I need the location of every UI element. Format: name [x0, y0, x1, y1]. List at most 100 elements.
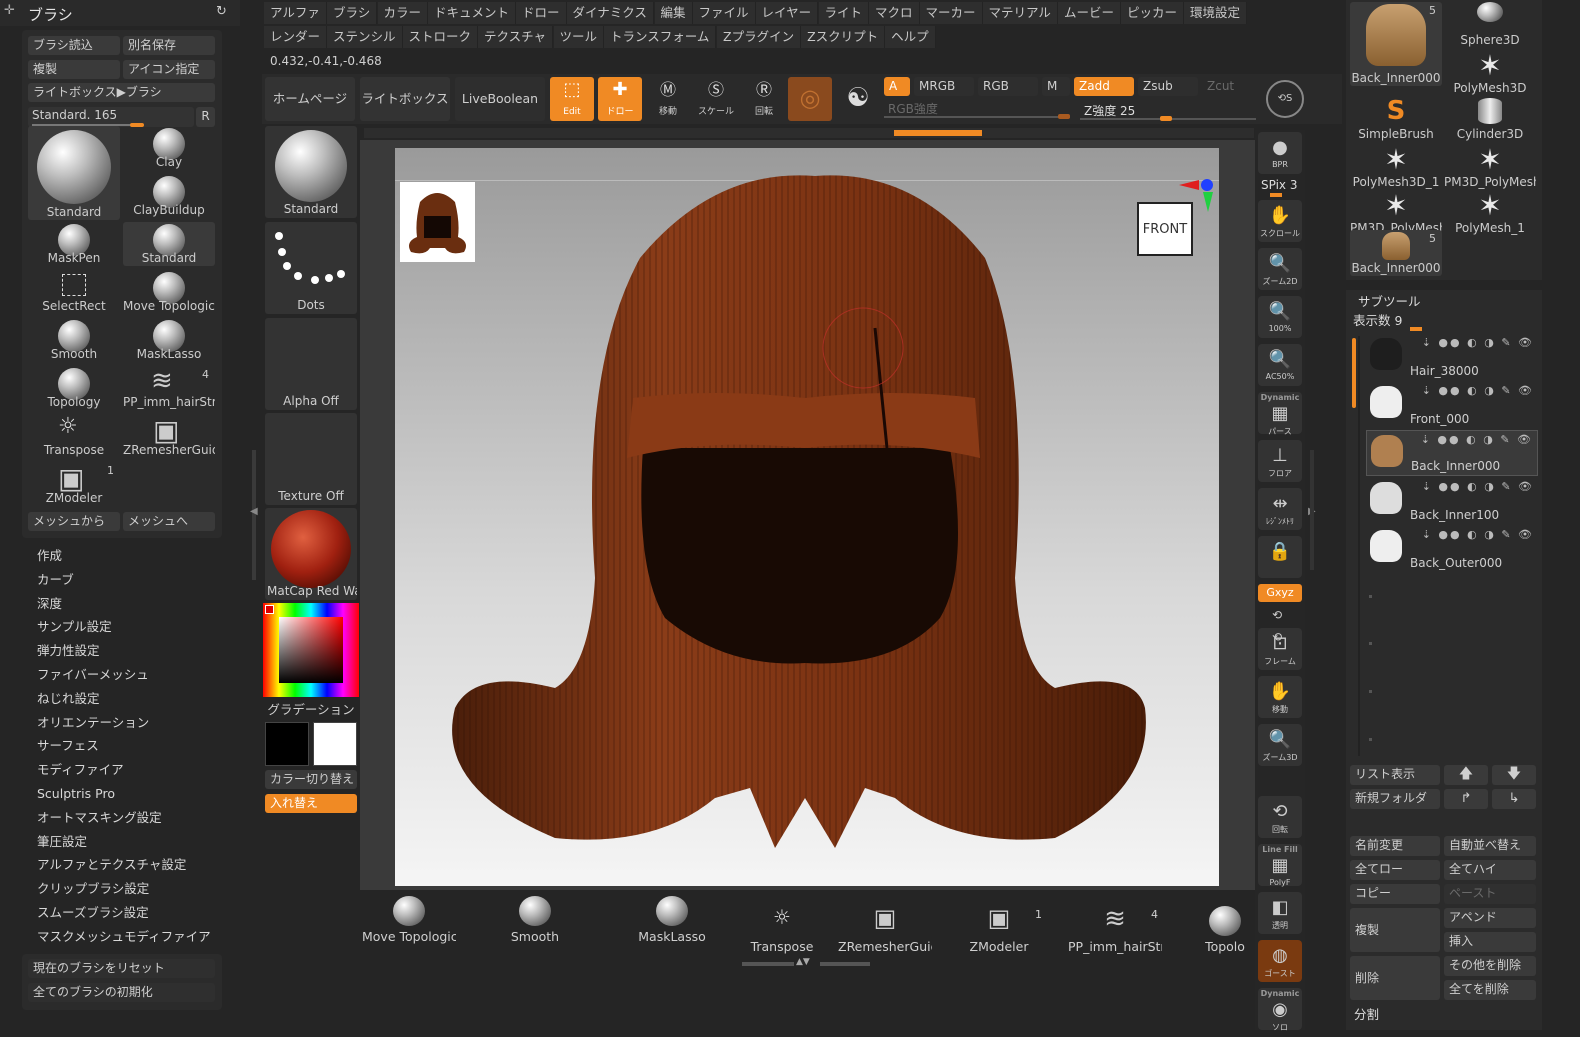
material-icon[interactable]: ◎: [788, 77, 832, 121]
rotate-axis-icon[interactable]: ⟲: [1272, 608, 1282, 622]
rgb-intensity-knob[interactable]: [1058, 114, 1070, 119]
menu-トランスフォーム[interactable]: トランスフォーム: [604, 26, 717, 48]
homepage-button[interactable]: ホームページ: [265, 77, 355, 121]
color-picker[interactable]: [263, 603, 359, 697]
view-button-rotate[interactable]: ⟲ 回転: [1258, 796, 1302, 838]
brush-move-topologica[interactable]: Move Topologica: [123, 270, 215, 314]
tool-cylinder3d[interactable]: Cylinder3D: [1444, 96, 1536, 142]
view-button-ac50[interactable]: 🔍 AC50%: [1258, 344, 1302, 386]
tool-polymesh-1[interactable]: ✶ PolyMesh_1: [1444, 190, 1536, 236]
delete-all-button[interactable]: 全てを削除: [1444, 980, 1536, 1000]
brush-submenu-item[interactable]: オートマスキング設定: [37, 807, 162, 829]
init-all-brushes-button[interactable]: 全てのブラシの初期化: [28, 983, 215, 1002]
material-shelf-button[interactable]: MatCap Red Wa:: [265, 508, 357, 600]
rename-button[interactable]: 名前変更: [1350, 836, 1440, 856]
move-up-button[interactable]: 🡅: [1444, 765, 1488, 785]
shelf-pp-imm-hairstr[interactable]: ≋ PP_imm_hairStr 4: [1068, 906, 1162, 954]
menu-Zプラグイン[interactable]: Zプラグイン: [717, 26, 802, 48]
drag-handle-icon[interactable]: ✛: [4, 3, 15, 18]
color-sphere-icon[interactable]: ☯: [838, 77, 878, 121]
copy-button[interactable]: コピー: [1350, 884, 1440, 904]
subtool-row[interactable]: ⇣ ●● ◐ ◑ ✎ 👁 Back_Inner000: [1366, 430, 1538, 476]
zsub-toggle[interactable]: Zsub: [1138, 77, 1198, 96]
tool-pm3d-polymesh[interactable]: ✶ PM3D_PolyMesh: [1444, 144, 1536, 190]
menu-マーカー[interactable]: マーカー: [919, 2, 983, 24]
secondary-color-swatch[interactable]: [313, 722, 357, 766]
refresh-icon[interactable]: ↻: [216, 4, 227, 19]
subtool-controls-icon[interactable]: ⇣ ●● ◐ ◑ ✎ 👁: [1422, 336, 1534, 349]
bottom-shelf-scroll[interactable]: ▲▼: [742, 957, 870, 967]
brush-selectrect[interactable]: SelectRect: [28, 270, 120, 314]
local-transform-icon[interactable]: ⟲S: [1266, 80, 1304, 118]
view-button-perspective[interactable]: Dynamic ▦ パース: [1258, 392, 1302, 436]
bpr-button[interactable]: ● BPR: [1258, 132, 1302, 174]
brush-submenu-item[interactable]: 筆圧設定: [37, 831, 87, 853]
main-color-swatch[interactable]: [265, 722, 309, 766]
all-high-button[interactable]: 全てハイ: [1444, 860, 1536, 880]
brush-clay[interactable]: Clay: [123, 126, 215, 170]
brush-zremesherguide[interactable]: ▣ZRemesherGuide: [123, 414, 215, 458]
view-button-polyf[interactable]: Line Fill ▦ PolyF: [1258, 844, 1302, 887]
rgb-toggle[interactable]: RGB: [978, 77, 1038, 96]
shelf-zremesherguide[interactable]: ▣ ZRemesherGuide: [838, 906, 932, 954]
view-button-solo[interactable]: Dynamic ◉ ソロ: [1258, 988, 1302, 1032]
alpha-shelf-button[interactable]: Alpha Off: [265, 318, 357, 410]
subtool-controls-icon[interactable]: ⇣ ●● ◐ ◑ ✎ 👁: [1421, 433, 1533, 446]
set-icon-button[interactable]: アイコン指定: [123, 60, 215, 79]
view-button-lock[interactable]: 🔒: [1258, 536, 1302, 578]
menu-ヘルプ[interactable]: ヘルプ: [885, 26, 936, 48]
collapse-left-icon[interactable]: ◀: [250, 506, 258, 517]
navigation-thumbnail[interactable]: [400, 182, 475, 262]
view-button-ghost[interactable]: ◍ ゴースト: [1258, 940, 1302, 982]
shelf-masklasso[interactable]: MaskLasso: [625, 896, 719, 944]
brush-submenu-item[interactable]: Sculptris Pro: [37, 783, 115, 805]
spix-slider[interactable]: SPix 3: [1258, 178, 1302, 197]
rotate-mode-button[interactable]: Ⓡ 回転: [742, 77, 786, 121]
brush-submenu-item[interactable]: サンプル設定: [37, 616, 112, 638]
brush-submenu-item[interactable]: クリップブラシ設定: [37, 878, 149, 900]
right-scroll-track[interactable]: [1310, 450, 1314, 570]
zcut-toggle[interactable]: Zcut: [1202, 77, 1258, 96]
view-button-transp[interactable]: ◧ 透明: [1258, 892, 1302, 934]
subtool-row[interactable]: ⇣ ●● ◐ ◑ ✎ 👁 Hair_38000: [1366, 334, 1538, 380]
view-button-localsym[interactable]: ⇹ ﾚｼﾞﾝﾒﾄﾘ: [1258, 488, 1302, 530]
shelf-smooth[interactable]: Smooth: [488, 896, 582, 944]
brush-submenu-item[interactable]: スムーズブラシ設定: [37, 902, 149, 924]
shelf-move-topologica[interactable]: Move Topologica: [362, 896, 456, 944]
brush-topology[interactable]: Topology: [28, 366, 120, 410]
zadd-toggle[interactable]: Zadd: [1074, 77, 1134, 96]
brush-submenu-item[interactable]: ねじれ設定: [37, 688, 100, 710]
subtool-count-knob[interactable]: [1410, 327, 1422, 331]
brush-submenu-item[interactable]: オリエンテーション: [37, 712, 149, 734]
view-button-scroll[interactable]: ✋ スクロール: [1258, 200, 1302, 242]
mesh-to-button[interactable]: メッシュへ: [123, 512, 215, 531]
tool-sphere3d[interactable]: Sphere3D: [1444, 2, 1536, 48]
clone-button[interactable]: 複製: [28, 60, 120, 79]
subtool-title[interactable]: サブツール: [1358, 291, 1421, 310]
brush-submenu-item[interactable]: マスクメッシュモディファイア: [37, 926, 211, 948]
axis-gizmo-icon[interactable]: [1179, 176, 1213, 216]
spix-knob[interactable]: [1270, 193, 1282, 197]
duplicate-button[interactable]: 複製: [1350, 908, 1440, 952]
append-button[interactable]: アペンド: [1444, 908, 1536, 928]
brush-submenu-item[interactable]: 弾力性設定: [37, 640, 100, 662]
tool-simplebrush[interactable]: S SimpleBrush: [1350, 96, 1442, 142]
delete-button[interactable]: 削除: [1350, 956, 1440, 1000]
gradation-label[interactable]: グラデーション: [265, 699, 357, 718]
menu-ブラシ[interactable]: ブラシ: [327, 2, 378, 24]
brush-standard[interactable]: Standard: [123, 222, 215, 266]
rgb-intensity-slider[interactable]: RGB強度: [884, 100, 1072, 120]
edit-mode-button[interactable]: ⬚ Edit: [550, 77, 594, 121]
z-intensity-knob[interactable]: [1160, 116, 1172, 121]
menu-レンダー[interactable]: レンダー: [264, 26, 328, 48]
draw-mode-button[interactable]: ✚ ドロー: [598, 77, 642, 121]
view-button-z100[interactable]: 🔍 100%: [1258, 296, 1302, 338]
brush-submenu-item[interactable]: モディファイア: [37, 759, 124, 781]
brush-masklasso[interactable]: MaskLasso: [123, 318, 215, 362]
color-switch-button[interactable]: カラー切り替え: [265, 770, 357, 789]
z-intensity-slider[interactable]: Z強度 25: [1080, 100, 1258, 121]
subtool-controls-icon[interactable]: ⇣ ●● ◐ ◑ ✎ 👁: [1422, 480, 1534, 493]
shelf-transpose[interactable]: ☼ Transpose: [735, 906, 829, 954]
menu-マクロ[interactable]: マクロ: [869, 2, 920, 24]
a-toggle[interactable]: A: [884, 77, 910, 96]
